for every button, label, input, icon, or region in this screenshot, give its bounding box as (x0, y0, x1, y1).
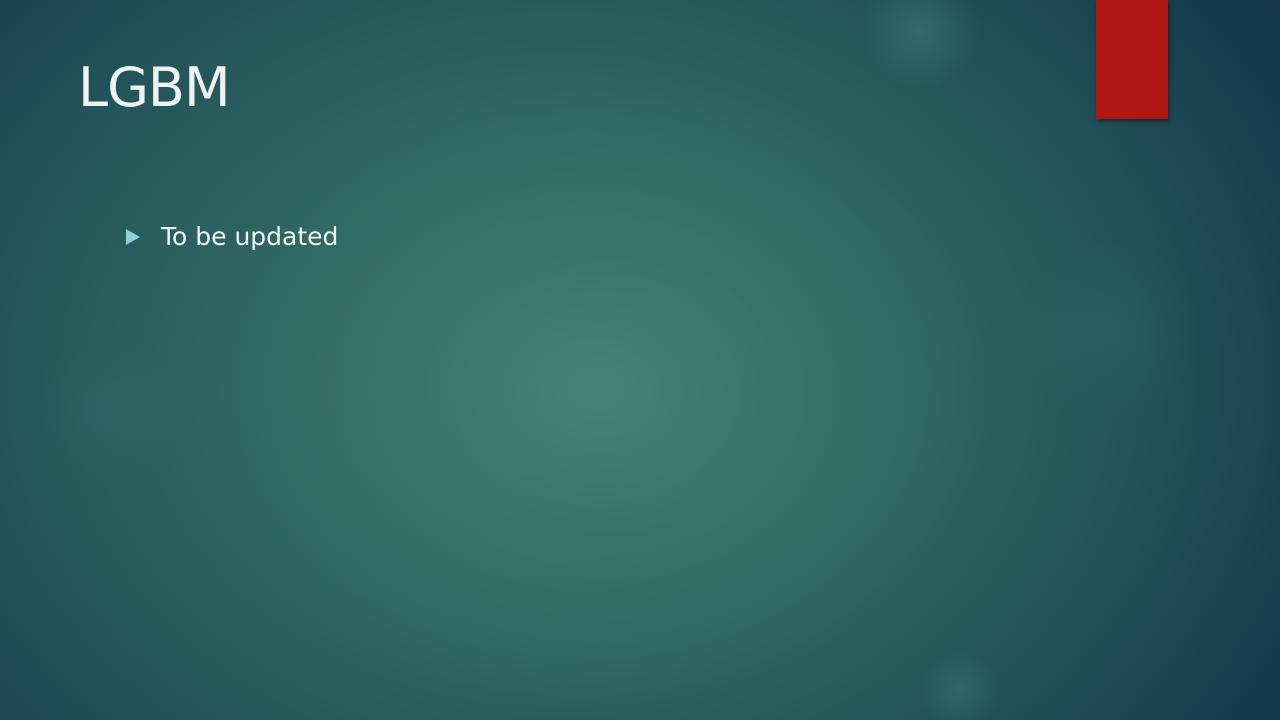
slide-title[interactable]: LGBM (78, 52, 231, 124)
background-bokeh (40, 340, 180, 480)
triangle-bullet-icon (126, 229, 140, 245)
bullet-item[interactable]: To be updated (126, 220, 338, 254)
bullet-text: To be updated (161, 222, 339, 251)
background-bokeh (920, 650, 1000, 720)
slide: LGBM To be updated (0, 0, 1280, 720)
background-bokeh (1020, 240, 1200, 420)
bullet-list: To be updated (126, 220, 338, 254)
accent-bar (1096, 0, 1168, 119)
background-bokeh (860, 0, 980, 90)
